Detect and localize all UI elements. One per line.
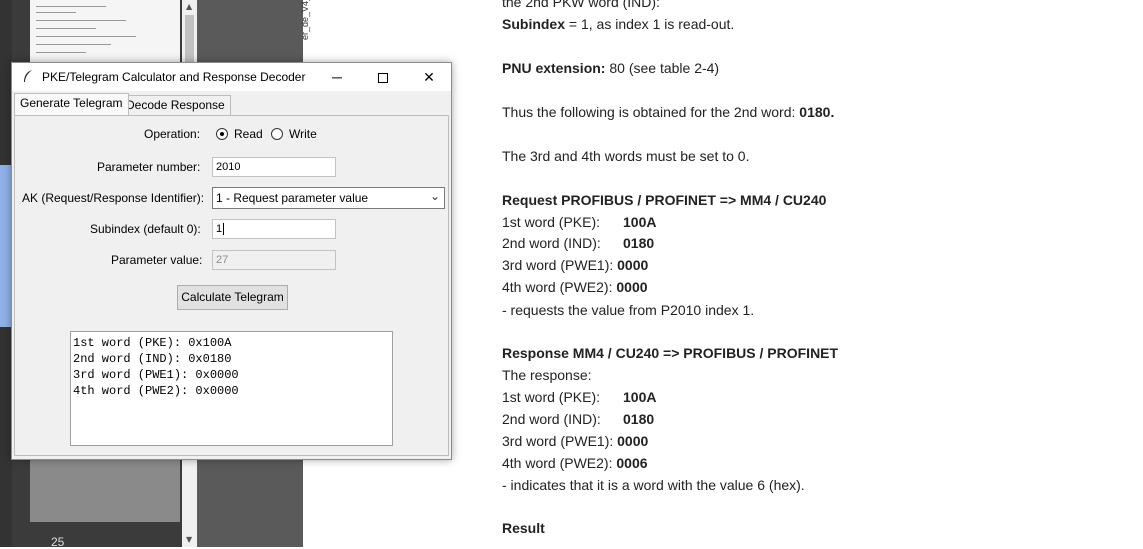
radio-write-label[interactable]: Write <box>289 127 317 141</box>
scroll-up-icon[interactable]: ▲ <box>186 2 192 11</box>
ak-label: AK (Request/Response Identifier): <box>22 191 205 205</box>
param-value-input: 27 <box>212 250 336 270</box>
section-heading: Result <box>502 520 545 536</box>
text-cursor <box>223 223 225 235</box>
tab-bar: Generate Telegram Decode Response <box>12 91 451 115</box>
title-bar[interactable]: PKE/Telegram Calculator and Response Dec… <box>12 63 451 91</box>
doc-line: Subindex = 1, as index 1 is read-out. <box>502 16 735 32</box>
radio-write[interactable] <box>271 128 283 140</box>
param-value-label: Parameter value: <box>111 253 203 267</box>
doc-line: - indicates that it is a word with the v… <box>502 477 805 493</box>
section-heading: Response MM4 / CU240 => PROFIBUS / PROFI… <box>502 345 839 361</box>
generate-telegram-panel: Operation: Read Write Parameter number: … <box>14 115 449 456</box>
doc-line: 4th word (PWE2): 0006 <box>502 455 648 471</box>
doc-line: 4th word (PWE2): 0000 <box>502 279 648 295</box>
operation-label: Operation: <box>144 127 201 141</box>
scroll-down-icon[interactable]: ▼ <box>186 535 192 544</box>
doc-line: The 3rd and 4th words must be set to 0. <box>502 148 750 164</box>
doc-line: 2nd word (IND): 0180 <box>502 235 655 251</box>
ak-selected-value: 1 - Request parameter value <box>216 191 369 205</box>
subindex-label: Subindex (default 0): <box>90 222 201 236</box>
tab-decode-response[interactable]: Decode Response <box>120 95 231 115</box>
minimize-button[interactable]: ─ <box>314 63 360 91</box>
thumbnail-page[interactable] <box>30 0 180 64</box>
doc-line: 1st word (PKE): 100A <box>502 389 657 405</box>
maximize-button[interactable] <box>360 63 406 91</box>
file-title: er_de_V4_76.doc <box>300 0 310 40</box>
feather-icon <box>22 69 34 86</box>
doc-line: 1st word (PKE): 100A <box>502 214 657 230</box>
telegram-output[interactable]: 1st word (PKE): 0x100A 2nd word (IND): 0… <box>70 331 393 446</box>
maximize-icon <box>378 73 388 84</box>
param-number-input[interactable]: 2010 <box>212 157 336 177</box>
subindex-input[interactable]: 1 <box>212 219 336 239</box>
doc-line: 3rd word (PWE1): 0000 <box>502 433 649 449</box>
param-number-label: Parameter number: <box>97 160 201 174</box>
calculator-window: PKE/Telegram Calculator and Response Dec… <box>11 62 452 460</box>
window-title: PKE/Telegram Calculator and Response Dec… <box>42 70 306 84</box>
doc-line: the 2nd PKW word (IND): <box>502 0 660 10</box>
doc-line: 3rd word (PWE1): 0000 <box>502 257 649 273</box>
doc-line: 2nd word (IND): 0180 <box>502 411 655 427</box>
ak-combobox[interactable]: 1 - Request parameter value ⌄ <box>212 187 445 209</box>
section-heading: Request PROFIBUS / PROFINET => MM4 / CU2… <box>502 192 827 208</box>
chevron-down-icon[interactable]: ⌄ <box>430 189 440 203</box>
radio-read-label[interactable]: Read <box>234 127 263 141</box>
tab-generate-telegram[interactable]: Generate Telegram <box>14 93 129 115</box>
doc-line: Thus the following is obtained for the 2… <box>502 104 835 120</box>
calculate-telegram-button[interactable]: Calculate Telegram <box>177 285 288 310</box>
doc-line: The response: <box>502 367 592 383</box>
subindex-value: 1 <box>216 223 223 235</box>
radio-read[interactable] <box>216 128 228 140</box>
doc-line: - requests the value from P2010 index 1. <box>502 302 755 318</box>
radio-selected-dot <box>220 132 224 136</box>
close-button[interactable]: ✕ <box>406 63 452 91</box>
doc-line: PNU extension: 80 (see table 2-4) <box>502 60 720 76</box>
